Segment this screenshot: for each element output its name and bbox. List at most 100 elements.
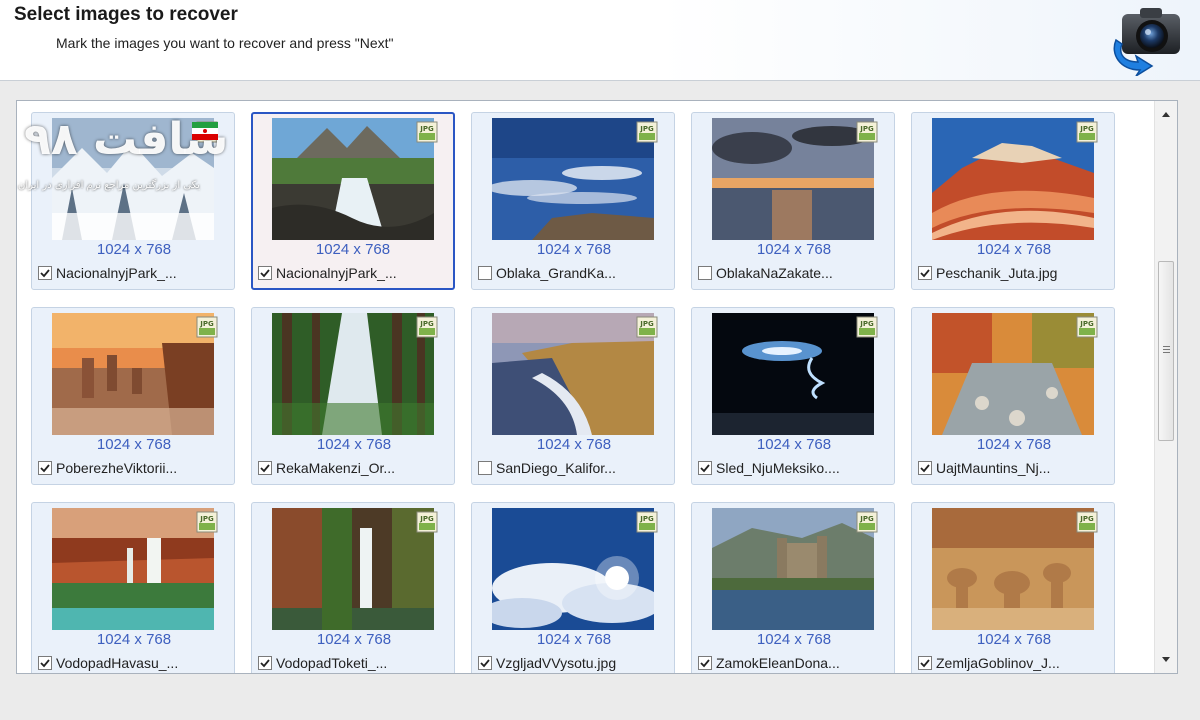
jpg-badge-icon: JPG [856, 121, 878, 143]
filename-row: Sled_NjuMeksiko.... [698, 458, 840, 478]
check-mark-icon [40, 269, 50, 278]
checkbox-checked[interactable] [258, 461, 272, 475]
image-dimensions: 1024 x 768 [756, 631, 832, 648]
image-gallery[interactable]: JPG 1024 x 768 NacionalnyjPark_... JPG 1024 … [16, 100, 1178, 674]
checkbox-checked[interactable] [478, 656, 492, 670]
jpg-badge-icon: JPG [636, 511, 658, 533]
recovery-wizard-window: Select images to recover Mark the images… [0, 0, 1200, 720]
thumbnail-image[interactable] [52, 508, 214, 630]
jpg-badge-icon: JPG [1076, 511, 1098, 533]
thumbnail-tile[interactable]: JPG 1024 x 768 Peschanik_Juta.jpg [911, 112, 1115, 290]
image-dimensions: 1024 x 768 [536, 631, 612, 648]
checkbox-checked[interactable] [698, 656, 712, 670]
filename-row: SanDiego_Kalifor... [478, 458, 616, 478]
thumbnail-tile[interactable]: JPG 1024 x 768 NacionalnyjPark_... [31, 112, 235, 290]
vertical-scrollbar[interactable] [1154, 101, 1177, 673]
checkbox-unchecked[interactable] [478, 461, 492, 475]
thumbnail-tile[interactable]: JPG 1024 x 768 ZamokEleanDona... [691, 502, 895, 673]
image-dimensions: 1024 x 768 [976, 241, 1052, 258]
thumbnail-tile[interactable]: JPG 1024 x 768 VodopadHavasu_... [31, 502, 235, 673]
file-name: VodopadHavasu_... [56, 655, 179, 671]
thumbnail-image[interactable] [52, 118, 214, 240]
thumbnail-tile[interactable]: JPG 1024 x 768 PoberezheViktorii... [31, 307, 235, 485]
thumbnail-image[interactable] [272, 118, 434, 240]
filename-row: OblakaNaZakate... [698, 263, 833, 283]
jpg-badge-icon: JPG [196, 121, 218, 143]
image-dimensions: 1024 x 768 [96, 631, 172, 648]
file-name: ZemljaGoblinov_J... [936, 655, 1060, 671]
thumbnail-image[interactable] [272, 313, 434, 435]
file-name: Peschanik_Juta.jpg [936, 265, 1058, 281]
filename-row: UajtMauntins_Nj... [918, 458, 1050, 478]
svg-text:JPG: JPG [639, 125, 654, 133]
image-dimensions: 1024 x 768 [96, 436, 172, 453]
thumbnail-tile[interactable]: JPG 1024 x 768 UajtMauntins_Nj... [911, 307, 1115, 485]
check-mark-icon [920, 659, 930, 668]
thumbnail-tile[interactable]: JPG 1024 x 768 VodopadToketi_... [251, 502, 455, 673]
svg-text:JPG: JPG [199, 125, 214, 133]
checkbox-checked[interactable] [918, 266, 932, 280]
svg-text:JPG: JPG [419, 320, 434, 328]
filename-row: Oblaka_GrandKa... [478, 263, 616, 283]
image-dimensions: 1024 x 768 [536, 436, 612, 453]
filename-row: ZemljaGoblinov_J... [918, 653, 1060, 673]
svg-text:JPG: JPG [859, 515, 874, 523]
checkbox-checked[interactable] [258, 656, 272, 670]
thumbnail-image[interactable] [932, 313, 1094, 435]
filename-row: ZamokEleanDona... [698, 653, 840, 673]
check-mark-icon [700, 659, 710, 668]
file-name: SanDiego_Kalifor... [496, 460, 616, 476]
thumbnail-tile[interactable]: JPG 1024 x 768 NacionalnyjPark_... [251, 112, 455, 290]
jpg-badge-icon: JPG [196, 316, 218, 338]
thumbnail-image[interactable] [932, 118, 1094, 240]
thumbnail-tile[interactable]: JPG 1024 x 768 SanDiego_Kalifor... [471, 307, 675, 485]
filename-row: VodopadToketi_... [258, 653, 387, 673]
jpg-badge-icon: JPG [416, 316, 438, 338]
checkbox-checked[interactable] [38, 656, 52, 670]
thumbnail-tile[interactable]: JPG 1024 x 768 ZemljaGoblinov_J... [911, 502, 1115, 673]
checkbox-checked[interactable] [918, 461, 932, 475]
jpg-badge-icon: JPG [196, 511, 218, 533]
thumbnail-image[interactable] [712, 118, 874, 240]
filename-row: VzgljadVVysotu.jpg [478, 653, 616, 673]
filename-row: PoberezheViktorii... [38, 458, 177, 478]
thumbnail-image[interactable] [272, 508, 434, 630]
checkbox-checked[interactable] [38, 266, 52, 280]
image-dimensions: 1024 x 768 [756, 436, 832, 453]
svg-text:JPG: JPG [199, 320, 214, 328]
thumbnail-tile[interactable]: JPG 1024 x 768 Oblaka_GrandKa... [471, 112, 675, 290]
scroll-up-arrow-icon[interactable] [1155, 107, 1177, 123]
thumbnail-tile[interactable]: JPG 1024 x 768 RekaMakenzi_Or... [251, 307, 455, 485]
thumbnail-image[interactable] [712, 313, 874, 435]
jpg-badge-icon: JPG [1076, 316, 1098, 338]
scroll-down-arrow-icon[interactable] [1155, 651, 1177, 667]
checkbox-unchecked[interactable] [478, 266, 492, 280]
thumbnail-image[interactable] [52, 313, 214, 435]
image-dimensions: 1024 x 768 [316, 436, 392, 453]
checkbox-checked[interactable] [258, 266, 272, 280]
svg-text:JPG: JPG [639, 515, 654, 523]
file-name: UajtMauntins_Nj... [936, 460, 1051, 476]
checkbox-checked[interactable] [38, 461, 52, 475]
thumbnail-tile[interactable]: JPG 1024 x 768 OblakaNaZakate... [691, 112, 895, 290]
checkbox-checked[interactable] [918, 656, 932, 670]
checkbox-checked[interactable] [698, 461, 712, 475]
thumbnail-image[interactable] [712, 508, 874, 630]
checkbox-unchecked[interactable] [698, 266, 712, 280]
thumbnail-image[interactable] [932, 508, 1094, 630]
file-name: RekaMakenzi_Or... [276, 460, 396, 476]
check-mark-icon [920, 269, 930, 278]
jpg-badge-icon: JPG [636, 316, 658, 338]
thumbnail-image[interactable] [492, 508, 654, 630]
thumbnail-tile[interactable]: JPG 1024 x 768 VzgljadVVysotu.jpg [471, 502, 675, 673]
svg-text:JPG: JPG [199, 515, 214, 523]
image-dimensions: 1024 x 768 [96, 241, 172, 258]
thumbnail-tile[interactable]: JPG 1024 x 768 Sled_NjuMeksiko.... [691, 307, 895, 485]
thumbnail-image[interactable] [492, 118, 654, 240]
filename-row: Peschanik_Juta.jpg [918, 263, 1057, 283]
jpg-badge-icon: JPG [416, 121, 438, 143]
file-name: Oblaka_GrandKa... [496, 265, 616, 281]
svg-text:JPG: JPG [859, 125, 874, 133]
scrollbar-thumb[interactable] [1158, 261, 1174, 441]
thumbnail-image[interactable] [492, 313, 654, 435]
